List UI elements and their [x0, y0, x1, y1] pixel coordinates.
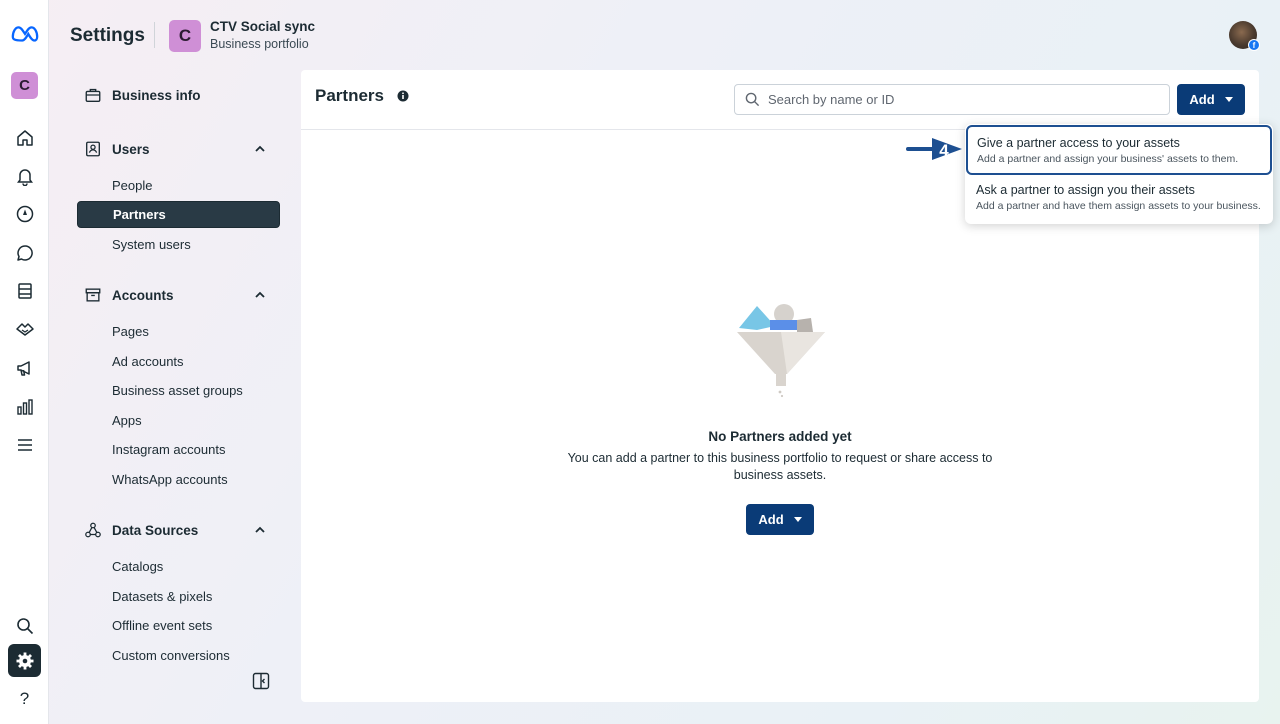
caret-down-icon [793, 517, 802, 522]
chevron-up-icon [255, 145, 265, 152]
bar-chart-icon[interactable] [8, 390, 41, 423]
collapse-sidebar-icon[interactable] [251, 671, 271, 691]
sidebar-item-custom-conversions[interactable]: Custom conversions [77, 645, 280, 661]
chevron-up-icon [255, 526, 265, 533]
add-partner-button[interactable]: Add [1177, 84, 1245, 115]
briefcase-icon [85, 88, 101, 102]
sidebar-section-label: Accounts [112, 287, 174, 303]
id-card-icon [86, 141, 100, 157]
business-subtitle: Business portfolio [210, 37, 309, 51]
home-icon[interactable] [8, 121, 41, 154]
caret-down-icon [1224, 97, 1233, 102]
menu-item-give-access[interactable]: Give a partner access to your assets Add… [966, 125, 1272, 175]
menu-item-ask-partner[interactable]: Ask a partner to assign you their assets… [965, 183, 1273, 212]
panel-title: Partners [315, 86, 384, 105]
empty-state-description: You can add a partner to this business p… [567, 451, 993, 482]
archive-box-icon [85, 288, 101, 302]
business-avatar[interactable]: C [169, 20, 201, 52]
sidebar-item-business-asset-groups[interactable]: Business asset groups [77, 377, 280, 404]
step-number: 4 [939, 141, 949, 160]
sidebar-item-pages[interactable]: Pages [77, 318, 280, 345]
megaphone-icon[interactable] [8, 351, 41, 384]
compass-icon[interactable] [8, 197, 41, 230]
menu-item-subtitle: Add a partner and assign your business' … [977, 153, 1239, 165]
sidebar-section-label: Data Sources [112, 522, 199, 538]
sidebar-item-instagram-accounts[interactable]: Instagram accounts [77, 436, 280, 463]
sidebar-item-label: Business info [112, 87, 201, 103]
icon-rail: C ? [0, 0, 49, 724]
add-button-label: Add [758, 512, 784, 527]
sidebar-item-partners[interactable]: Partners [77, 201, 280, 228]
search-field[interactable] [734, 84, 1170, 115]
sidebar-item-datasets-pixels[interactable]: Datasets & pixels [77, 583, 280, 610]
facebook-badge-icon: f [1248, 39, 1260, 51]
menu-item-title: Ask a partner to assign you their assets [976, 183, 1195, 197]
page-title: Settings [70, 25, 145, 46]
search-icon[interactable] [8, 609, 41, 642]
search-input[interactable] [768, 92, 1148, 107]
portfolio-switcher[interactable]: C [11, 72, 38, 99]
sidebar-item-offline-event-sets[interactable]: Offline event sets [77, 612, 280, 639]
business-name[interactable]: CTV Social sync [210, 19, 315, 34]
pages-icon[interactable] [8, 274, 41, 307]
add-dropdown-menu: Give a partner access to your assets Add… [965, 124, 1273, 224]
panel-header: Partners Add [301, 70, 1259, 130]
sidebar-scroll-clip: Custom conversions [77, 645, 280, 661]
step-arrow-icon: 4 [906, 138, 962, 160]
sidebar-item-ad-accounts[interactable]: Ad accounts [77, 348, 280, 375]
data-sources-icon [85, 522, 101, 538]
sidebar-item-catalogs[interactable]: Catalogs [77, 553, 280, 580]
sidebar-section-users[interactable]: Users [84, 140, 274, 158]
sidebar-item-whatsapp-accounts[interactable]: WhatsApp accounts [77, 466, 280, 493]
add-button-label: Add [1189, 92, 1215, 107]
chevron-up-icon [255, 291, 265, 298]
sidebar-section-accounts[interactable]: Accounts [84, 286, 274, 304]
funnel-illustration-icon [737, 304, 825, 398]
help-icon[interactable]: ? [8, 682, 41, 715]
info-icon[interactable] [397, 90, 409, 102]
sidebar-item-system-users[interactable]: System users [77, 231, 280, 258]
sidebar-item-apps[interactable]: Apps [77, 407, 280, 434]
sidebar-section-data-sources[interactable]: Data Sources [84, 521, 274, 539]
header-divider [154, 22, 155, 48]
handshake-icon[interactable] [8, 312, 41, 345]
menu-item-subtitle: Add a partner and have them assign asset… [976, 200, 1261, 212]
sidebar-item-business-info[interactable]: Business info [84, 86, 274, 104]
sidebar-item-people[interactable]: People [77, 172, 280, 199]
gear-icon[interactable] [8, 644, 41, 677]
menu-icon[interactable] [8, 428, 41, 461]
empty-state-title: No Partners added yet [708, 429, 852, 444]
menu-item-title: Give a partner access to your assets [977, 136, 1180, 150]
sidebar-section-label: Users [112, 141, 150, 157]
meta-logo-icon[interactable] [8, 16, 41, 49]
search-icon [745, 92, 760, 107]
chat-icon[interactable] [8, 236, 41, 269]
empty-state-add-button[interactable]: Add [746, 504, 814, 535]
bell-icon[interactable] [8, 159, 41, 192]
user-avatar[interactable]: f [1229, 21, 1260, 51]
